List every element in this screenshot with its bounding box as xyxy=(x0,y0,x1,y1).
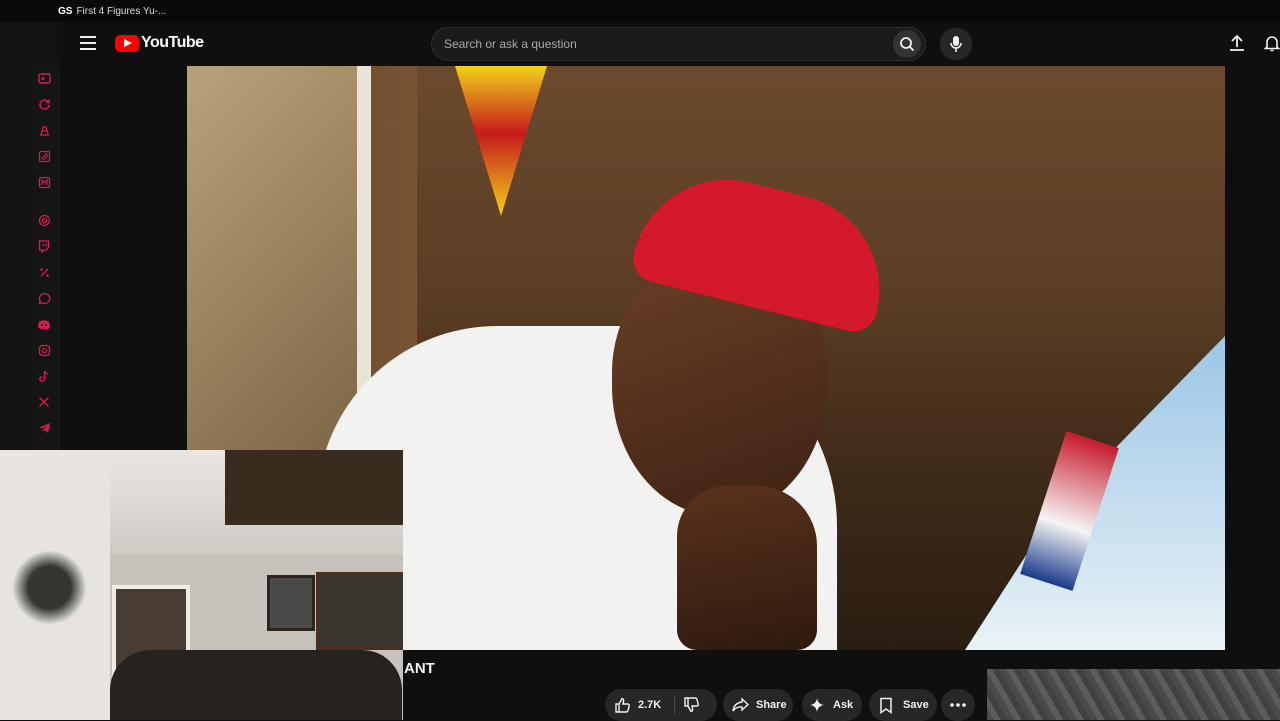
discord-icon[interactable] xyxy=(37,317,51,331)
share-icon xyxy=(732,697,749,712)
video-scene-pennant xyxy=(455,66,547,216)
search-input[interactable]: Search or ask a question xyxy=(444,37,577,51)
media-icon[interactable] xyxy=(37,71,51,85)
logo-text: YouTube xyxy=(141,34,204,51)
search-box[interactable]: Search or ask a question xyxy=(431,27,926,61)
tab-title: First 4 Figures Yu-... xyxy=(76,5,167,17)
bookmark-icon xyxy=(880,697,892,714)
video-title: ANT xyxy=(404,660,435,677)
search-icon xyxy=(900,37,915,52)
like-dislike-group: 2.7K xyxy=(605,689,717,721)
whatsapp-icon[interactable] xyxy=(37,291,51,305)
more-actions-button[interactable] xyxy=(941,689,975,721)
dislike-button[interactable] xyxy=(683,696,700,716)
ask-label: Ask xyxy=(833,699,854,711)
video-scene-hand xyxy=(677,486,817,650)
thumbs-up-icon xyxy=(615,697,630,713)
voice-search-button[interactable] xyxy=(940,28,972,60)
like-button[interactable]: 2.7K xyxy=(614,697,661,714)
like-count: 2.7K xyxy=(638,699,662,711)
x-icon[interactable] xyxy=(37,395,51,409)
share-label: Share xyxy=(756,699,787,711)
like-separator xyxy=(674,696,675,714)
telegram-icon[interactable] xyxy=(37,421,51,435)
video-scene-window xyxy=(187,66,371,450)
save-label: Save xyxy=(903,699,929,711)
bell-icon[interactable] xyxy=(1263,34,1280,57)
upload-icon[interactable] xyxy=(1228,34,1246,57)
save-button[interactable]: Save xyxy=(869,689,937,721)
browser-tab[interactable]: GS First 4 Figures Yu-... xyxy=(58,2,166,20)
percent-icon[interactable] xyxy=(37,265,51,279)
thumbs-down-icon xyxy=(684,697,699,713)
ask-button[interactable]: Ask xyxy=(802,689,862,721)
youtube-masthead: YouTube Search or ask a question xyxy=(58,22,1280,66)
tab-favicon: GS xyxy=(58,5,73,17)
youtube-logo-icon xyxy=(115,34,139,52)
sparkle-icon xyxy=(810,698,824,712)
mic-icon xyxy=(950,36,962,52)
browser-titlebar: GS First 4 Figures Yu-... xyxy=(0,0,1280,22)
tag-icon[interactable] xyxy=(37,123,51,137)
webcam-wood-ceiling xyxy=(225,450,403,525)
pixelated-overlay xyxy=(987,669,1280,720)
webcam-tiger-picture xyxy=(316,572,403,650)
webcam-picture-frame xyxy=(267,575,315,631)
more-horizontal-icon xyxy=(950,703,966,707)
refresh-icon[interactable] xyxy=(37,97,51,111)
extension-sidebar xyxy=(30,62,59,452)
webcam-chair xyxy=(110,650,402,720)
instagram-icon[interactable] xyxy=(37,343,51,357)
webcam-wall-decor xyxy=(12,550,87,625)
mail-icon[interactable] xyxy=(37,175,51,189)
share-button[interactable]: Share xyxy=(723,689,793,721)
menu-icon[interactable] xyxy=(80,36,96,50)
webcam-overlay xyxy=(0,450,403,720)
ai-icon[interactable] xyxy=(37,213,51,227)
youtube-logo[interactable]: YouTube xyxy=(115,34,204,52)
search-button[interactable] xyxy=(893,30,921,58)
twitch-icon[interactable] xyxy=(37,239,51,253)
note-icon[interactable] xyxy=(37,149,51,163)
tiktok-icon[interactable] xyxy=(37,369,51,383)
